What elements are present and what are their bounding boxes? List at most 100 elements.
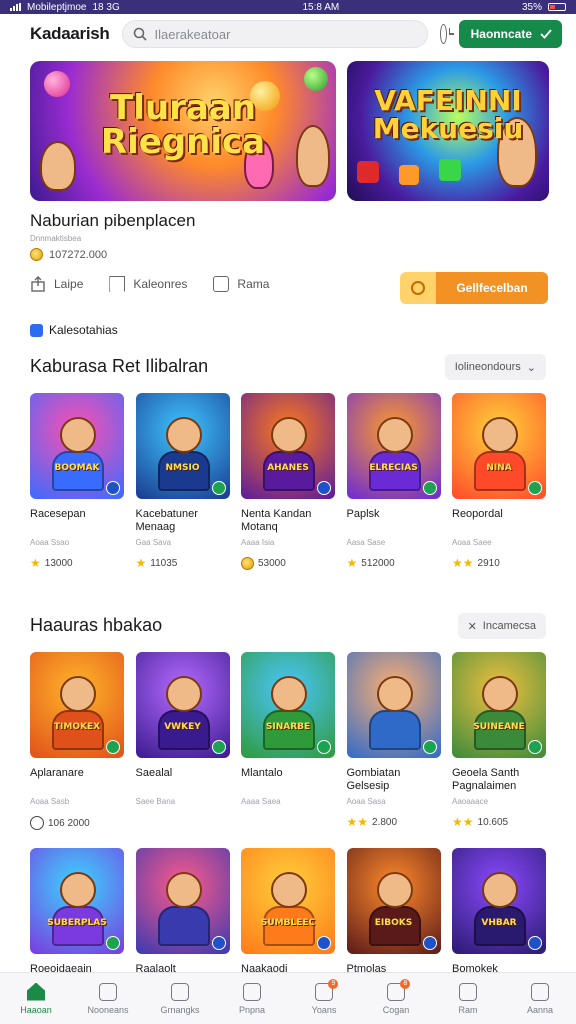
character-face: [60, 417, 96, 453]
game-card[interactable]: TIMOKEX Aplaranare Aoaa Sasb 106 2000: [30, 652, 124, 830]
game-title[interactable]: Paplsk: [347, 508, 441, 534]
search-bar[interactable]: Ilaerakeatoar: [121, 20, 428, 48]
game-meta: Saee Bana: [135, 797, 176, 806]
star-icon: ★: [30, 556, 41, 570]
game-title[interactable]: Gombiatan Gelsesip: [347, 767, 441, 793]
section-1-filter-button[interactable]: Iolineondours ⌄: [444, 354, 546, 380]
game-thumbnail[interactable]: ELRECIAS: [346, 393, 441, 499]
game-thumbnail[interactable]: TIMOKEX: [30, 652, 124, 758]
game-price-value: 13000: [44, 557, 73, 569]
game-title[interactable]: Kacebatuner Menaag: [136, 508, 230, 534]
game-card[interactable]: SUBERPLAS Roeoidaeain: [30, 848, 124, 989]
feature-title[interactable]: Naburian pibenplacen: [30, 211, 195, 231]
game-card[interactable]: AHANES Nenta Kandan Motanq Aaaa Isia 53000: [241, 393, 335, 570]
nav-label: Pnpna: [238, 1004, 266, 1015]
character-face: [271, 676, 307, 712]
game-price: 106 2000: [30, 816, 124, 830]
game-card[interactable]: VHBAR Bomokek: [452, 848, 546, 989]
comment-button[interactable]: Rama: [213, 276, 269, 292]
nav-label: Grnangks: [160, 1004, 200, 1015]
game-title[interactable]: Geoela Santh Pagnalaimen: [452, 767, 546, 793]
nav-item-nooneans[interactable]: Nooneans: [72, 973, 144, 1024]
bottom-nav: Haaoan Nooneans Grnangks Pnpna Yoans 9 Cogan 8 R…: [0, 972, 576, 1024]
nav-label: Aanna: [526, 1004, 554, 1015]
bookmark-button[interactable]: Kaleonres: [109, 276, 187, 292]
notification-badge: 8: [400, 979, 411, 989]
game-thumbnail[interactable]: VWKEY: [135, 652, 230, 758]
game-thumbnail[interactable]: [346, 652, 441, 758]
game-thumbnail[interactable]: AHANES: [241, 393, 335, 499]
search-input[interactable]: Ilaerakeatoar: [155, 27, 231, 42]
nav-item-yoans[interactable]: Yoans 9: [288, 973, 360, 1024]
character-face: [165, 417, 202, 453]
nav-item-ram[interactable]: Ram: [432, 973, 504, 1024]
cube-decoration: [399, 165, 419, 185]
nav-label: Nooneans: [87, 1004, 129, 1015]
banner-2-title-line2: Mekuesiu: [372, 112, 524, 145]
platform-badge-icon: [317, 936, 331, 950]
game-title[interactable]: Racesepan: [30, 508, 124, 534]
game-thumbnail[interactable]: SUINEANE: [452, 652, 546, 758]
feature-actions: Laipe Kaleonres Rama: [30, 276, 269, 292]
nav-item-pnpna[interactable]: Pnpna: [216, 973, 288, 1024]
game-thumbnail[interactable]: NINA: [452, 393, 546, 499]
header-cta-button[interactable]: Haonncate: [458, 20, 562, 48]
primary-action[interactable]: Gellfecelban: [400, 272, 548, 304]
game-card[interactable]: ELRECIAS Paplsk Aasa Sase ★ 512000: [346, 393, 441, 570]
platform-badge-icon: [317, 481, 331, 495]
game-title[interactable]: Nenta Kandan Motanq: [241, 508, 335, 534]
hero-banner-1[interactable]: Tluraan Riegnica: [30, 61, 336, 201]
game-price: ★ 512000: [347, 557, 441, 569]
clock-icon[interactable]: [439, 24, 454, 44]
game-meta: Aoaa Saee: [452, 538, 492, 547]
game-thumbnail[interactable]: NMSIO: [135, 393, 230, 499]
share-button[interactable]: Laipe: [30, 276, 83, 292]
game-logo-text: SUMBLEEC: [260, 918, 316, 928]
character-face: [165, 872, 202, 908]
chevron-down-icon: ⌄: [526, 361, 536, 374]
game-thumbnail[interactable]: VHBAR: [452, 848, 546, 954]
game-card[interactable]: SINARBE Mlantalo Aaaa Saea: [241, 652, 335, 830]
game-card[interactable]: EIBOKS Ptmolas: [346, 848, 441, 989]
game-card[interactable]: SUMBLEEC Naakaodi: [241, 848, 335, 989]
game-title[interactable]: Aplaranare: [30, 767, 124, 793]
section-1-filter-label: Iolineondours: [454, 361, 521, 373]
game-title[interactable]: Reopordal: [452, 508, 546, 534]
game-card[interactable]: Gombiatan Gelsesip Aoaa Sasa ★★ 2.800: [346, 652, 441, 830]
primary-action-button[interactable]: Gellfecelban: [436, 272, 548, 304]
profile-icon: [531, 982, 549, 1001]
game-card[interactable]: VWKEY Saealal Saee Bana: [135, 652, 230, 830]
game-thumbnail[interactable]: [135, 848, 230, 954]
banner-1-title-line2: Riegnica: [100, 122, 266, 162]
game-thumbnail[interactable]: SUMBLEEC: [241, 848, 335, 954]
game-title[interactable]: Mlantalo: [241, 767, 335, 793]
game-title[interactable]: Saealal: [136, 767, 230, 793]
platform-badge-icon: [317, 740, 331, 754]
nav-item-aanna[interactable]: Aanna: [504, 973, 576, 1024]
game-card[interactable]: SUINEANE Geoela Santh Pagnalaimen Aaoaaace…: [452, 652, 546, 830]
game-meta: Aaaa Saea: [241, 797, 281, 806]
platform-badge-icon: [211, 481, 226, 495]
nav-label: Cogan: [382, 1004, 410, 1015]
game-thumbnail[interactable]: EIBOKS: [346, 848, 441, 954]
game-thumbnail[interactable]: BOOMAK: [30, 393, 124, 499]
game-thumbnail[interactable]: SINARBE: [241, 652, 335, 758]
character-face: [482, 417, 518, 453]
game-card[interactable]: Raalaolt: [135, 848, 230, 989]
game-thumbnail[interactable]: SUBERPLAS: [30, 848, 124, 954]
nav-item-grnangks[interactable]: Grnangks: [144, 973, 216, 1024]
nav-item-cogan[interactable]: Cogan 8: [360, 973, 432, 1024]
hero-banner-2[interactable]: VAFEINNI Mekuesiu: [347, 61, 549, 201]
game-card[interactable]: BOOMAK Racesepan Aoaa Ssao ★ 13000: [30, 393, 124, 570]
character-face: [60, 676, 96, 712]
section-2-filter-button[interactable]: ✕ Incamecsa: [457, 613, 546, 639]
category-tag[interactable]: Kalesotahias: [30, 323, 118, 337]
game-meta: Aasa Sase: [346, 538, 386, 547]
nav-item-haaoan[interactable]: Haaoan: [0, 973, 72, 1024]
status-right: 35%: [522, 2, 566, 13]
game-price-value: 512000: [361, 557, 395, 569]
game-price-value: 106 2000: [48, 817, 90, 829]
game-card[interactable]: NMSIO Kacebatuner Menaag Gaa Sava ★ 11035: [135, 393, 230, 570]
game-card[interactable]: NINA Reopordal Aoaa Saee ★★ 2910: [452, 393, 546, 570]
brand-logo[interactable]: Kadaarish: [30, 24, 110, 44]
